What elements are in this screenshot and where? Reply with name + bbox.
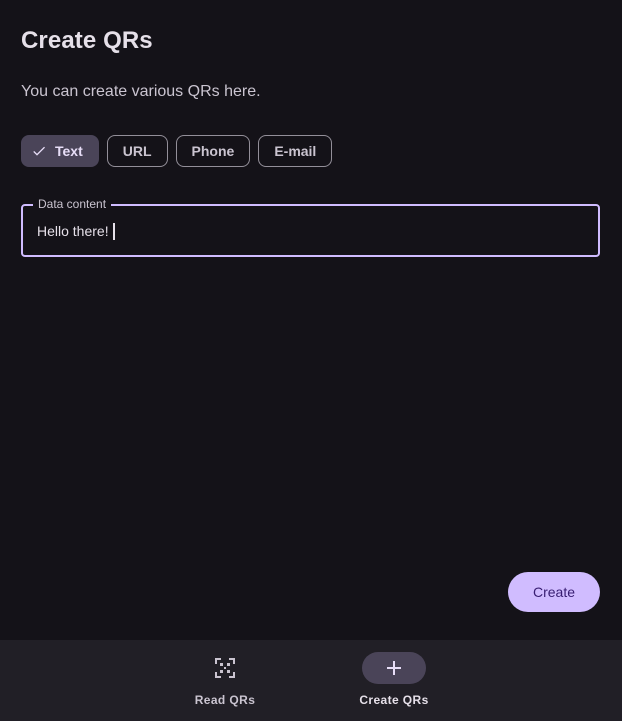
data-content-field[interactable]: Data content Hello there! xyxy=(21,197,600,257)
data-content-input[interactable]: Hello there! xyxy=(37,223,584,239)
chip-text[interactable]: Text xyxy=(21,135,99,167)
chip-phone[interactable]: Phone xyxy=(175,135,251,167)
chip-email-label: E-mail xyxy=(274,143,317,159)
page-title: Create QRs xyxy=(21,27,153,54)
chip-url-label: URL xyxy=(122,143,152,159)
chip-phone-label: Phone xyxy=(191,143,235,159)
nav-label-create-qrs: Create QRs xyxy=(359,693,429,707)
check-icon xyxy=(31,143,47,159)
chip-text-label: Text xyxy=(55,143,83,159)
data-content-label: Data content xyxy=(33,197,112,211)
create-qrs-screen: Create QRs You can create various QRs he… xyxy=(0,0,622,721)
nav-label-read-qrs: Read QRs xyxy=(194,693,256,707)
create-button[interactable]: Create xyxy=(508,572,600,612)
bottom-navigation-bar: Read QRs Create QRs xyxy=(0,640,622,721)
plus-icon xyxy=(387,661,401,675)
chip-url[interactable]: URL xyxy=(106,135,168,167)
text-caret xyxy=(113,223,115,240)
qr-scan-icon xyxy=(215,658,235,678)
nav-item-read-qrs[interactable]: Read QRs xyxy=(180,652,270,707)
nav-item-create-qrs[interactable]: Create QRs xyxy=(349,652,439,707)
page-subtitle: You can create various QRs here. xyxy=(21,83,261,100)
chip-email[interactable]: E-mail xyxy=(258,135,333,167)
qr-type-chips: Text URL Phone E-mail xyxy=(21,135,333,167)
nav-indicator-active xyxy=(362,652,426,684)
nav-indicator xyxy=(193,652,257,684)
